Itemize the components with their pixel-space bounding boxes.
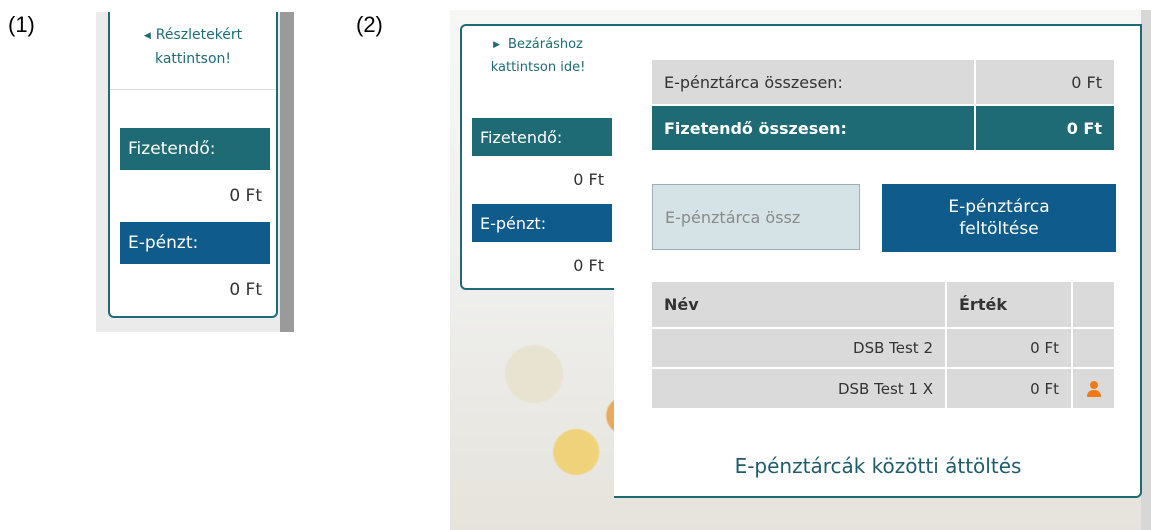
scrollbar[interactable] [280,12,294,332]
e-money-label: E-pénzt: [120,222,270,264]
scrollbar[interactable] [1141,10,1151,530]
wallet-side-tab: ▶ Bezáráshoz kattintson ide! Fizetendő: 0… [460,24,614,290]
wallets-table: Név Érték DSB Test 2 0 Ft DSB Test 1 X 0… [652,282,1114,408]
close-details-toggle[interactable]: ▶ Bezáráshoz kattintson ide! [462,34,614,94]
payable-total-row: Fizetendő összesen: 0 Ft [652,106,1114,150]
column-header-name: Név [652,282,947,328]
payable-label: Fizetendő: [120,128,270,170]
person-icon[interactable] [1086,381,1102,397]
expand-details-toggle[interactable]: ◀ Részletekért kattintson! [110,24,276,90]
topup-button-line1: E-pénztárca [948,197,1050,217]
wallet-total-label: E-pénztárca összesen: [652,60,976,104]
toggle-text-line1: Részletekért [155,27,243,43]
wallet-total-value: 0 Ft [976,60,1114,104]
wallet-details-panel: E-pénztárca összesen: 0 Ft Fizetendő öss… [614,24,1142,498]
caret-right-icon: ▶ [493,40,501,50]
wallet-icon-cell [1072,367,1114,408]
wallet-total-row: E-pénztárca összesen: 0 Ft [652,60,1114,104]
payable-value: 0 Ft [472,162,612,196]
table-row[interactable]: DSB Test 2 0 Ft [652,327,1114,368]
figure-label-2: (2) [356,12,383,37]
topup-button-line2: feltöltése [959,219,1039,239]
wallet-summary-box: ◀ Részletekért kattintson! Fizetendő: 0 F… [108,12,278,318]
payable-total-value: 0 Ft [976,106,1114,150]
wallet-value-cell: 0 Ft [946,327,1073,368]
wallet-icon-cell [1072,327,1114,368]
wallet-name-cell: DSB Test 1 X [652,367,947,408]
caret-left-icon: ◀ [143,31,151,41]
payable-label: Fizetendő: [472,118,612,156]
topup-amount-input[interactable] [652,184,860,250]
wallet-name-cell: DSB Test 2 [652,327,947,368]
toggle-text-line2: kattintson! [154,51,231,67]
toggle-text-line2: kattintson ide! [490,60,586,75]
table-header-row: Név Érték [652,282,1114,328]
e-money-value: 0 Ft [120,270,270,310]
table-row[interactable]: DSB Test 1 X 0 Ft [652,367,1114,408]
e-money-value: 0 Ft [472,248,612,282]
e-money-label: E-pénzt: [472,204,612,242]
wallet-value-cell: 0 Ft [946,367,1073,408]
payable-total-label: Fizetendő összesen: [652,106,976,150]
wallet-transfer-link[interactable]: E-pénztárcák közötti áttöltés [614,454,1142,478]
wallet-topup-button[interactable]: E-pénztárca feltöltése [882,184,1116,252]
column-header-icon [1072,282,1114,328]
payable-value: 0 Ft [120,176,270,216]
column-header-value: Érték [946,282,1073,328]
collapsed-wallet-panel: ◀ Részletekért kattintson! Fizetendő: 0 F… [96,12,294,332]
toggle-text-line1: Bezáráshoz [508,37,583,52]
figure-label-1: (1) [8,12,35,37]
